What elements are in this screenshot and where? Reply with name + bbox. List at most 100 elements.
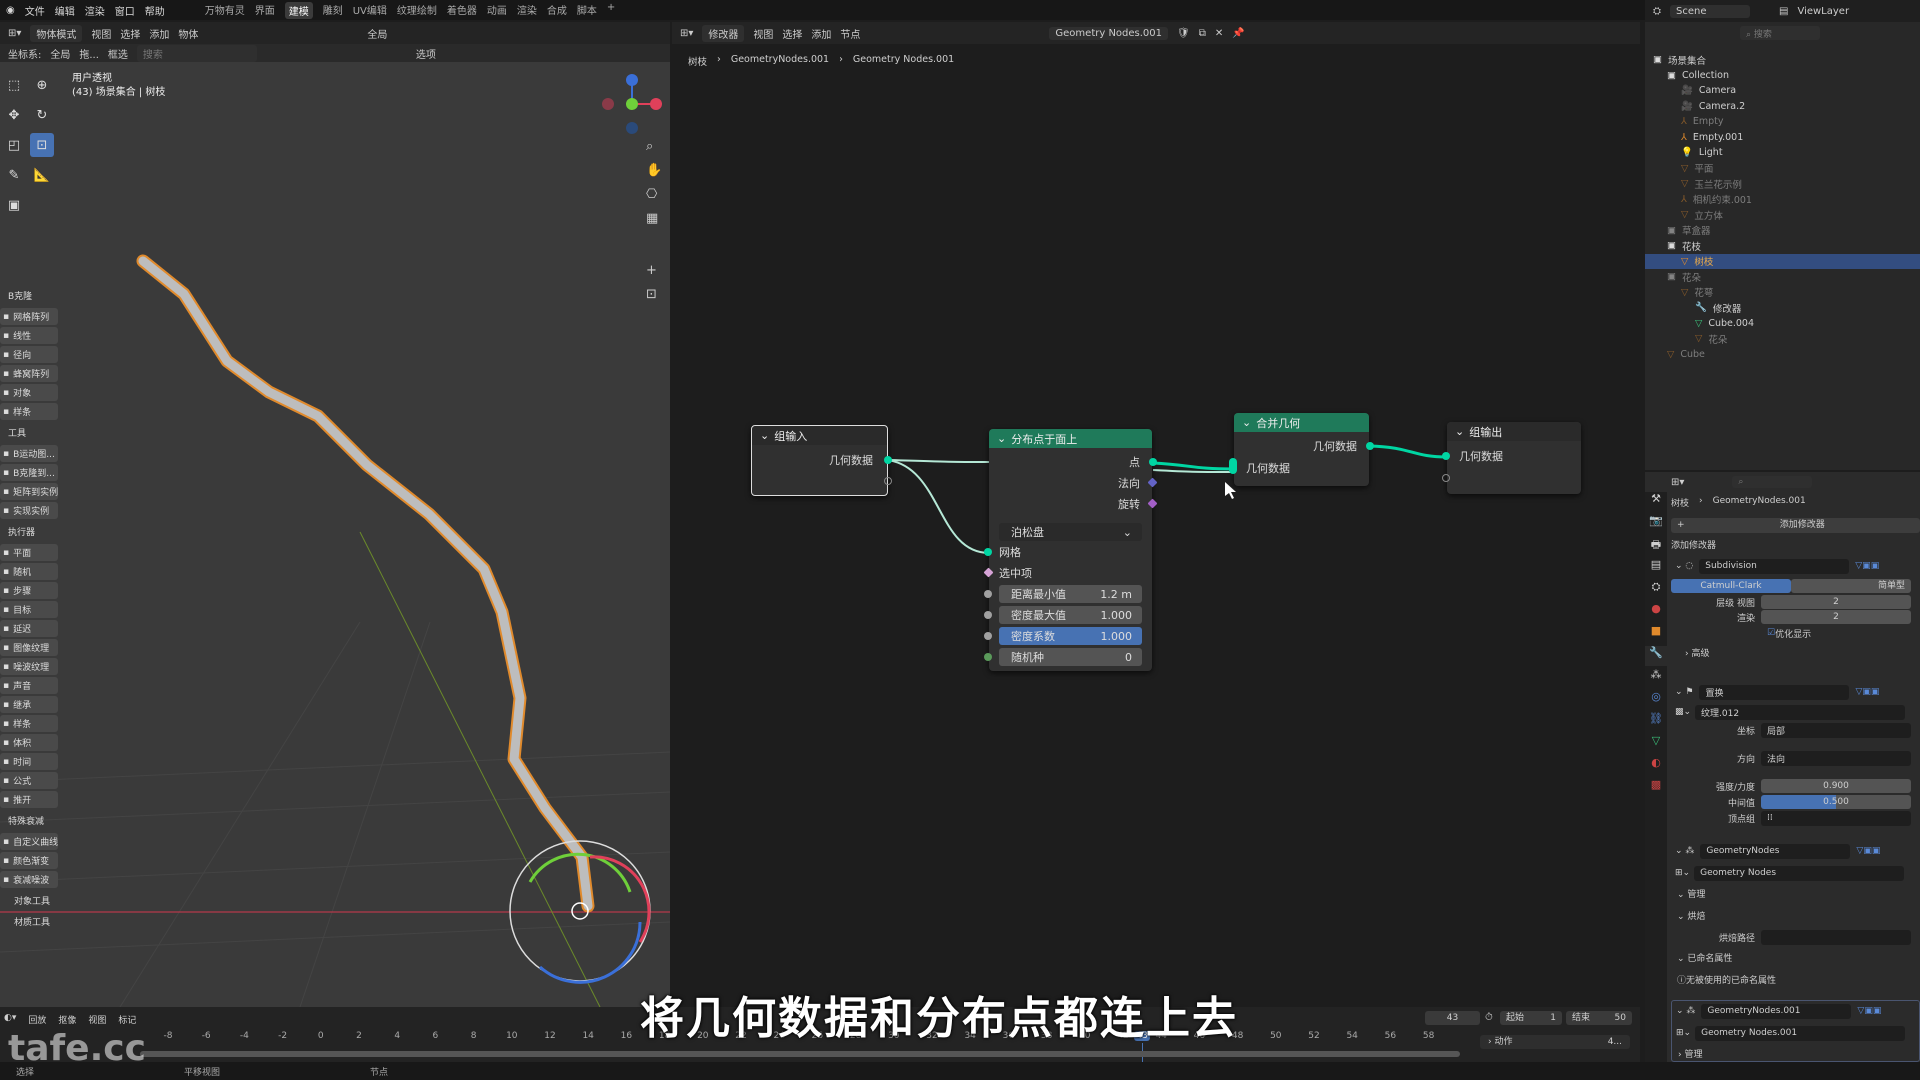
- end-frame-field[interactable]: 结束 50: [1566, 1011, 1632, 1025]
- socket-field-in[interactable]: [984, 611, 992, 619]
- toolbox-section-title[interactable]: B克隆: [0, 285, 62, 306]
- link-input-to-join[interactable]: [886, 459, 990, 463]
- workspace-tab[interactable]: 界面: [255, 2, 275, 19]
- menu-view[interactable]: 视图: [91, 26, 111, 41]
- workspace-tab[interactable]: UV编辑: [353, 2, 387, 19]
- object-tab-icon[interactable]: ■: [1645, 624, 1667, 644]
- outliner-item[interactable]: ▽ 立方体: [1645, 207, 1920, 222]
- simple-button[interactable]: 简单型: [1791, 579, 1911, 593]
- toolbox-button[interactable]: ▪ 体积: [0, 734, 58, 751]
- node-group-output[interactable]: ⌄ 组输出 几何数据: [1442, 422, 1581, 494]
- vertex-group-field[interactable]: ⁞⁞: [1761, 810, 1911, 826]
- outliner-item[interactable]: ▽ 平面: [1645, 161, 1920, 176]
- outliner-search[interactable]: ⌕ 搜索: [1740, 26, 1820, 40]
- toolbox-button[interactable]: ▪ 线性: [0, 327, 58, 344]
- output-tab-icon[interactable]: 🖶: [1645, 536, 1667, 556]
- outliner-item[interactable]: 💡 Light: [1645, 145, 1920, 160]
- toolbox-button[interactable]: ▪ 推开: [0, 791, 58, 808]
- manage-panel-toggle[interactable]: ⌄ 管理: [1677, 887, 1705, 900]
- outliner-item[interactable]: ⅄ Empty.001: [1645, 130, 1920, 145]
- transform-orientation[interactable]: 全局: [367, 26, 387, 41]
- texture-field[interactable]: 纹理.012: [1695, 704, 1906, 720]
- texture-icon[interactable]: ▩⌄: [1675, 707, 1691, 717]
- levels-viewport-field[interactable]: 2: [1761, 595, 1911, 609]
- menu-keying[interactable]: 抠像: [58, 1013, 76, 1026]
- workspace-tab[interactable]: 纹理绘制: [397, 2, 437, 19]
- toolbox-button[interactable]: ▪ 声音: [0, 677, 58, 694]
- toolbox-button[interactable]: ▪ 衰减噪波: [0, 871, 58, 888]
- select-dropdown[interactable]: 框选: [108, 46, 128, 61]
- particles-tab-icon[interactable]: ⁂: [1645, 668, 1667, 688]
- measure-tool-icon[interactable]: 📐: [30, 163, 54, 187]
- move-tool-icon[interactable]: ✥: [2, 103, 26, 127]
- node-input-field[interactable]: 密度系数 1.000: [999, 627, 1142, 645]
- mode-dropdown[interactable]: 泊松盘 ⌄: [999, 523, 1142, 541]
- modifier-tab-icon[interactable]: 🔧: [1645, 646, 1667, 666]
- toolbox-button[interactable]: ▪ 随机: [0, 563, 58, 580]
- workspace-tab[interactable]: 脚本: [577, 2, 597, 19]
- modifier-visibility-icons[interactable]: ▽▣▣: [1855, 687, 1879, 697]
- menu-marker[interactable]: 标记: [118, 1013, 136, 1026]
- direction-dropdown[interactable]: 法向: [1761, 750, 1911, 766]
- toolbox-button[interactable]: ▪ 径向: [0, 346, 58, 363]
- manage-panel-toggle[interactable]: › 管理: [1678, 1047, 1702, 1060]
- scene-selector[interactable]: Scene: [1670, 4, 1750, 18]
- workspace-tab[interactable]: 着色器: [447, 2, 477, 19]
- toolbox-button[interactable]: ▪ 噪波纹理: [0, 658, 58, 675]
- levels-render-field[interactable]: 2: [1761, 610, 1911, 624]
- coords-dropdown[interactable]: 全局: [50, 46, 70, 61]
- rotate-tool-icon[interactable]: ↻: [30, 103, 54, 127]
- toolbox-section-title[interactable]: 特殊衰减: [0, 810, 62, 831]
- mode-dropdown[interactable]: 物体模式: [30, 24, 83, 42]
- strength-field[interactable]: 0.900: [1761, 779, 1911, 793]
- menu-edit[interactable]: 编辑: [55, 3, 75, 18]
- toolbox-button[interactable]: ▪ 样条: [0, 715, 58, 732]
- branch-mesh-outline[interactable]: [136, 254, 595, 913]
- node-distribute-points-on-faces[interactable]: ⌄ 分布点于面上 点 法向 旋转 泊松盘 ⌄ 网格 选中项 距离最小值 1.2 m 密度…: [983, 429, 1158, 671]
- annotate-tool-icon[interactable]: ✎: [2, 163, 26, 187]
- blender-logo-icon[interactable]: ◉: [6, 5, 15, 16]
- modifier-visibility-icons[interactable]: ▽▣▣: [1857, 1006, 1881, 1016]
- menu-help[interactable]: 帮助: [145, 3, 165, 18]
- properties-search[interactable]: ⌕: [1732, 476, 1813, 488]
- outliner-item[interactable]: ▣ Collection: [1645, 68, 1920, 83]
- socket-empty-in[interactable]: [1442, 474, 1450, 482]
- toolbox-button[interactable]: ▪ 图像纹理: [0, 639, 58, 656]
- tool-tab-icon[interactable]: ⚒: [1645, 492, 1667, 512]
- material-tab-icon[interactable]: ◐: [1645, 756, 1667, 776]
- link-input-to-mesh[interactable]: [886, 459, 990, 554]
- select-box-tool-icon[interactable]: ⬚: [2, 73, 26, 97]
- outliner-item[interactable]: ▣ 花朵: [1645, 269, 1920, 284]
- menu-window[interactable]: 窗口: [115, 3, 135, 18]
- workspace-tab[interactable]: 建模: [284, 1, 313, 19]
- nodegroup-field[interactable]: Geometry Nodes.001: [1695, 1025, 1906, 1041]
- options-dropdown[interactable]: 选项: [416, 46, 436, 61]
- toolbox-button[interactable]: ▪ 实现实例: [0, 502, 58, 519]
- toolbox-button[interactable]: ▪ 目标: [0, 601, 58, 618]
- socket-field-in[interactable]: [984, 590, 992, 598]
- menu-file[interactable]: 文件: [25, 3, 45, 18]
- outliner-item[interactable]: ▽ 花萼: [1645, 285, 1920, 300]
- socket-mesh-in[interactable]: [984, 548, 992, 556]
- menu-playback[interactable]: 回放: [28, 1013, 46, 1026]
- modifier-visibility-icons[interactable]: ▽▣▣: [1855, 561, 1879, 571]
- modifier-name-field[interactable]: 置换: [1699, 684, 1850, 700]
- coords-dropdown[interactable]: 局部: [1761, 722, 1911, 738]
- timeline-editor-icon[interactable]: ◐▾: [4, 1013, 16, 1026]
- bake-path-field[interactable]: [1761, 929, 1911, 945]
- timeline-scrollbar[interactable]: [140, 1051, 1460, 1057]
- action-selector[interactable]: › 动作 4...: [1480, 1035, 1630, 1049]
- workspace-tab[interactable]: 雕刻: [323, 2, 343, 19]
- outliner-item[interactable]: ⅄ 相机约束.001: [1645, 192, 1920, 207]
- workspace-tab[interactable]: 渲染: [517, 2, 537, 19]
- scene-tab-icon[interactable]: ⛭: [1645, 580, 1667, 600]
- outliner-item[interactable]: ▣ 花枝: [1645, 238, 1920, 253]
- socket-geometry-out[interactable]: [1366, 442, 1374, 450]
- add-modifier-button[interactable]: + 添加修改器: [1671, 518, 1920, 533]
- catmull-clark-button[interactable]: Catmull-Clark: [1671, 579, 1791, 593]
- node-group-input[interactable]: ⌄ 组输入 几何数据: [751, 425, 892, 496]
- node-input-field[interactable]: 密度最大值 1.000: [999, 606, 1142, 624]
- menu-select[interactable]: 选择: [120, 26, 140, 41]
- data-tab-icon[interactable]: ▽: [1645, 734, 1667, 754]
- navigation-gizmo[interactable]: [602, 74, 662, 134]
